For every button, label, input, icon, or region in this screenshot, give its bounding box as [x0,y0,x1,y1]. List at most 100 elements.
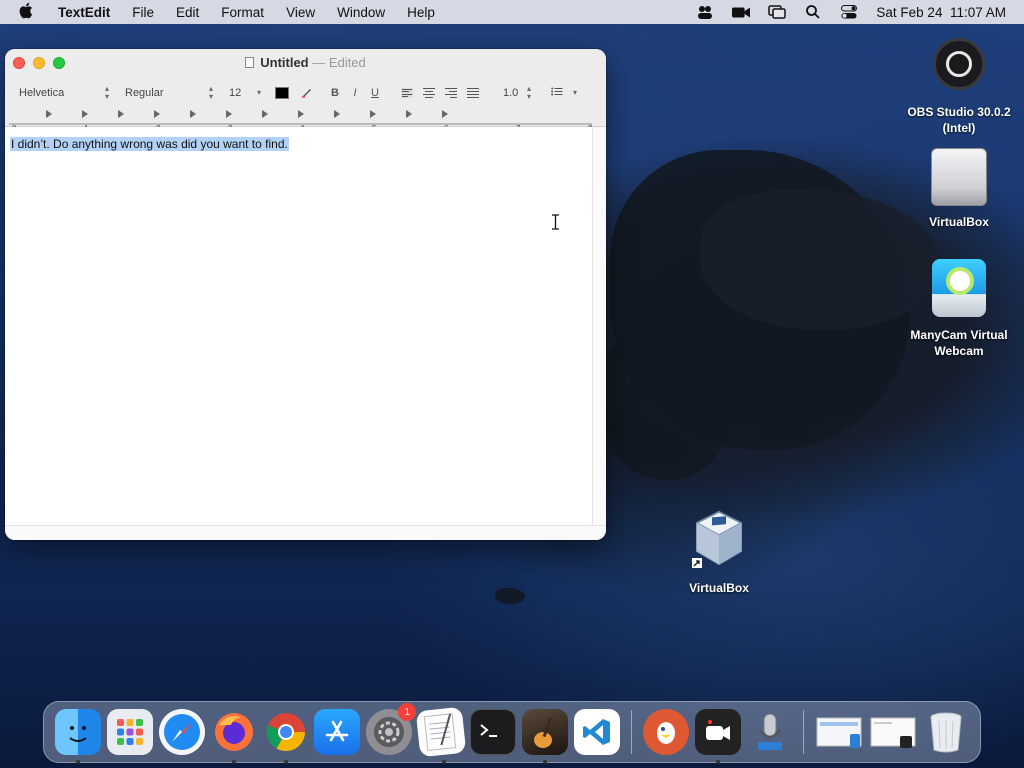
spotlight-search-icon[interactable] [804,5,822,19]
menu-clock[interactable]: Sat Feb 24 11:07 AM [876,5,1006,20]
tab-stop-marker[interactable] [442,110,448,118]
italic-button[interactable]: I [345,87,365,99]
align-right-icon[interactable] [445,88,457,98]
microphone-icon [757,713,782,750]
document-text[interactable]: I didn’t. Do anything wrong was did you … [10,137,289,151]
dock-vscode[interactable] [573,709,620,755]
text-color-well[interactable] [275,87,289,99]
finder-icon [69,726,87,742]
font-size-popup[interactable]: 12 ▾ [223,84,265,102]
dock-chrome[interactable] [263,709,309,764]
window-titlebar[interactable]: Untitled — Edited Helvetica ▴ ▾ Regular ▴… [5,49,606,133]
font-family-popup[interactable]: Helvetica ▴ ▾ [13,84,113,102]
dock-safari[interactable] [158,709,205,755]
window-title: Untitled — Edited [5,55,606,70]
dock-terminal[interactable] [470,709,517,755]
tab-stop-marker[interactable] [46,110,52,118]
tab-stop-marker[interactable] [334,110,340,118]
highlight-color-icon[interactable] [297,86,317,101]
menu-help[interactable]: Help [407,5,435,20]
menu-edit[interactable]: Edit [176,5,199,20]
dock-recent-document-2[interactable] [869,709,917,755]
textedit-window: Untitled — Edited Helvetica ▴ ▾ Regular ▴… [5,49,606,540]
tab-stop-marker[interactable] [190,110,196,118]
chevron-down-icon: ▾ [572,88,577,97]
running-indicator [543,760,548,764]
dock-finder[interactable] [55,709,101,764]
dock-garageband[interactable] [522,709,568,764]
wallpaper-rock [495,588,525,604]
dock-app-store[interactable] [314,709,361,755]
tab-stop-marker[interactable] [262,110,268,118]
bold-button[interactable]: B [325,87,345,99]
guitar-icon [533,717,553,748]
menu-format[interactable]: Format [221,5,264,20]
vertical-scrollbar[interactable] [592,127,606,525]
font-style-popup[interactable]: Regular ▴ ▾ [119,84,217,102]
apple-menu-icon[interactable] [18,2,38,23]
font-family-value: Helvetica [19,87,65,99]
firefox-icon [214,713,253,751]
people-icon[interactable] [696,5,714,19]
tab-stop-marker[interactable] [154,110,160,118]
chevron-down-icon: ▾ [256,88,261,97]
record-camera-icon [705,720,730,740]
tab-stop-marker[interactable] [118,110,124,118]
desktop-icon-manycam[interactable]: ManyCam Virtual Webcam [899,259,1019,359]
terminal-icon [480,724,498,737]
list-popup[interactable]: ▾ [545,84,581,102]
menu-extras: Sat Feb 24 11:07 AM [696,5,1006,20]
ruler[interactable]: 0 1 2 3 4 5 6 7 8 [5,106,606,133]
desktop-icon-obs[interactable]: OBS Studio 30.0.2 (Intel) [899,38,1019,136]
textedit-icon [423,713,457,752]
desktop-icon-label: OBS Studio 30.0.2 (Intel) [899,104,1019,136]
dock-audio-converter[interactable] [747,709,793,755]
obs-label-line2: (Intel) [942,121,976,135]
dock-firefox[interactable] [211,709,257,764]
dock-separator [630,710,632,754]
underline-button[interactable]: U [365,87,385,99]
alignment-group [397,88,483,98]
text-area[interactable]: I didn’t. Do anything wrong was did you … [5,127,592,525]
menu-view[interactable]: View [286,5,315,20]
line-spacing-value: 1.0 [503,87,519,99]
dock-duckduckgo[interactable] [642,709,689,755]
menu-app-name[interactable]: TextEdit [58,5,110,20]
title-separator: — [312,55,326,70]
font-style-value: Regular [125,87,164,99]
horizontal-scrollbar[interactable] [5,525,606,540]
chevron-updown-icon: ▴ ▾ [526,84,531,101]
desktop-icon-virtualbox-disk[interactable]: VirtualBox [899,148,1019,230]
virtualbox-disk-label: VirtualBox [929,215,989,229]
control-center-icon[interactable] [840,5,858,19]
trash-icon [930,712,962,753]
align-center-icon[interactable] [423,88,435,98]
video-camera-icon[interactable] [732,5,751,19]
dock-screen-recorder[interactable] [694,709,741,764]
tab-stop-marker[interactable] [82,110,88,118]
dock-launchpad[interactable] [106,709,153,755]
disk-image-icon [931,148,987,206]
menu-file[interactable]: File [132,5,154,20]
dock-textedit[interactable] [415,706,467,765]
tab-stop-marker[interactable] [370,110,376,118]
dock-system-preferences[interactable]: 1 [366,703,417,755]
tab-stop-marker[interactable] [226,110,232,118]
vscode-icon [582,719,610,745]
align-left-icon[interactable] [401,88,413,98]
edited-status: Edited [328,55,366,70]
menu-window[interactable]: Window [337,5,385,20]
tab-stop-marker[interactable] [298,110,304,118]
document-thumbnail-icon [816,717,862,748]
document-icon[interactable] [245,57,255,68]
dock-recent-document-1[interactable] [815,709,863,755]
dock-trash[interactable] [923,709,969,755]
tab-stop-marker[interactable] [406,110,412,118]
align-justify-icon[interactable] [467,88,479,98]
wallpaper-rock [760,410,810,446]
app-store-icon [326,720,349,742]
screen-mirroring-icon[interactable] [768,5,787,19]
line-spacing-popup[interactable]: 1.0 ▴ ▾ [497,84,535,102]
desktop-icon-virtualbox-alias[interactable]: VirtualBox [659,510,779,596]
dock-separator [803,710,805,754]
